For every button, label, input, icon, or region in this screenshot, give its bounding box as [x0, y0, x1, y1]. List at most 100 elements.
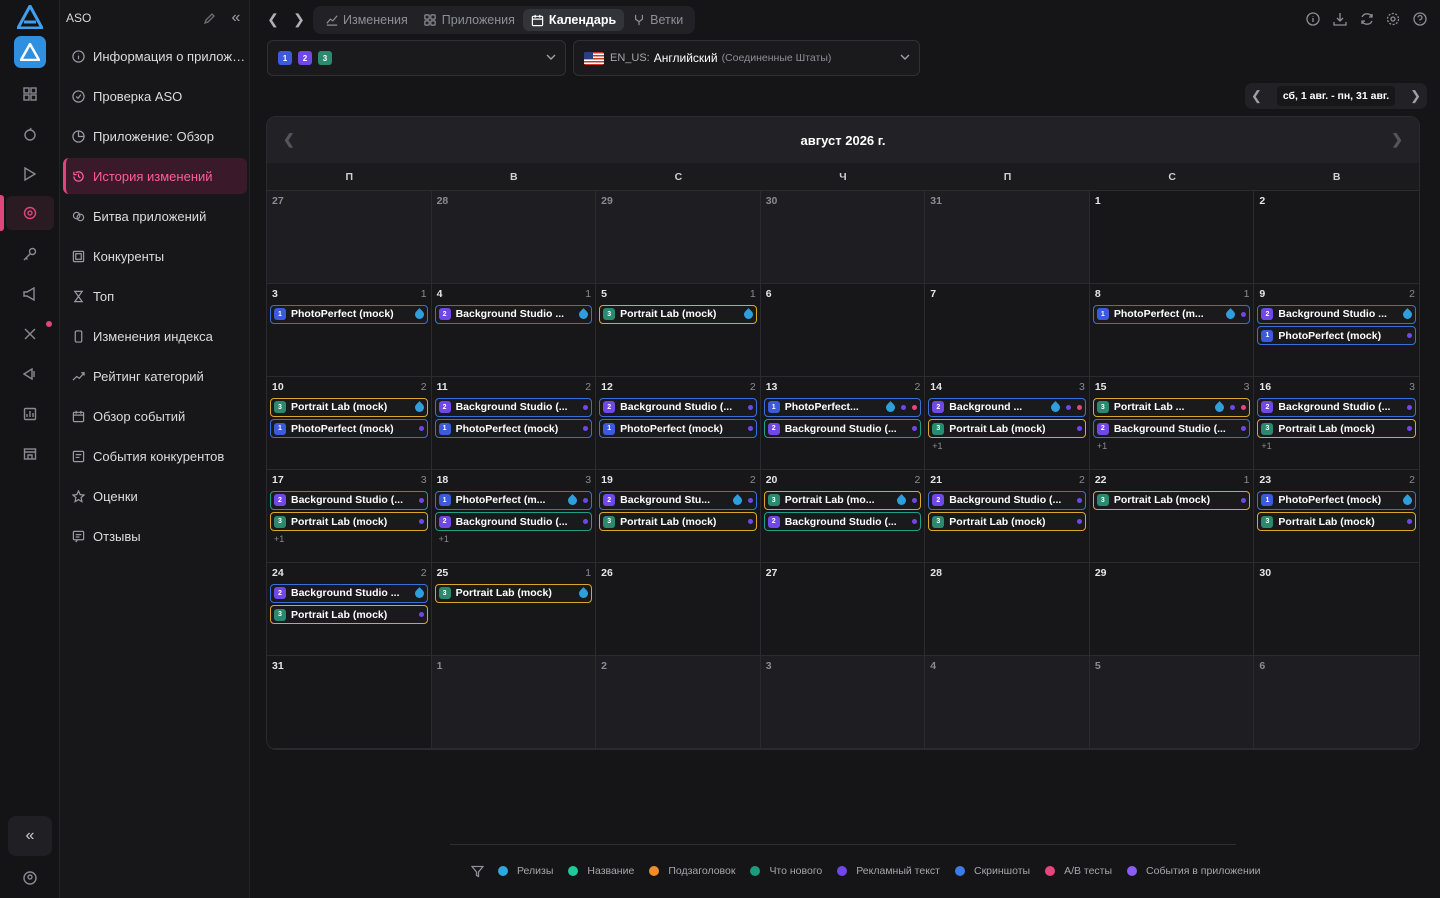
event-chip[interactable]: 2 Background Studio (...	[763, 512, 922, 531]
legend-item[interactable]: Подзаголовок	[649, 865, 735, 877]
brand-logo-icon[interactable]	[15, 2, 45, 30]
event-chip[interactable]: 3 Portrait Lab (mock)	[1257, 419, 1416, 438]
event-chip[interactable]: 1 PhotoPerfect (mock)	[270, 304, 428, 324]
event-chip[interactable]: 3 Portrait Lab (mock)	[599, 304, 757, 324]
day-cell[interactable]: 31	[925, 191, 1090, 284]
refresh-icon[interactable]	[1359, 11, 1375, 27]
event-chip[interactable]: 3 Portrait Lab (mock)	[928, 419, 1086, 438]
sidebar-item[interactable]: Информация о приложен...	[63, 38, 247, 74]
event-chip[interactable]: 1 PhotoPerfect...	[763, 397, 922, 417]
day-cell[interactable]: 1	[1089, 191, 1255, 284]
day-cell[interactable]: 29	[1089, 563, 1255, 656]
day-cell[interactable]: 21 2 2 Background Studio (... 3 Portrait Lab …	[925, 470, 1090, 563]
download-icon[interactable]	[1332, 11, 1348, 27]
more-events-link[interactable]: +1	[274, 534, 428, 544]
event-chip[interactable]: 2 Background Studio (...	[599, 397, 757, 417]
day-cell[interactable]: 5	[1089, 656, 1255, 749]
event-chip[interactable]: 2 Background Studio (...	[1257, 397, 1416, 417]
day-cell[interactable]: 12 2 2 Background Studio (... 1 PhotoPerfect …	[596, 377, 761, 470]
day-cell[interactable]: 6	[1254, 656, 1419, 749]
grid-icon[interactable]	[20, 84, 40, 104]
settings-gear-icon[interactable]	[1385, 11, 1401, 27]
day-cell[interactable]: 9 2 2 Background Studio ... 1 PhotoPerfect (m…	[1254, 284, 1419, 377]
legend-item[interactable]: Релизы	[498, 865, 553, 877]
day-cell[interactable]: 11 2 2 Background Studio (... 1 PhotoPerfect …	[431, 377, 597, 470]
day-cell[interactable]: 19 2 2 Background Stu... 3 Portrait Lab (mock…	[596, 470, 761, 563]
day-cell[interactable]: 1	[431, 656, 597, 749]
event-chip[interactable]: 3 Portrait Lab (mock)	[1257, 512, 1416, 531]
day-cell[interactable]: 16 3 2 Background Studio (... 3 Portrait Lab …	[1254, 377, 1419, 470]
view-tab[interactable]: Изменения	[317, 9, 416, 31]
event-chip[interactable]: 1 PhotoPerfect (mock)	[1257, 490, 1416, 510]
sidebar-item[interactable]: Конкуренты	[63, 238, 247, 274]
day-cell[interactable]: 5 1 3 Portrait Lab (mock)	[596, 284, 761, 377]
legend-item[interactable]: Скриншоты	[954, 865, 1030, 877]
day-cell[interactable]: 27	[760, 563, 926, 656]
event-chip[interactable]: 3 Portrait Lab ...	[1092, 397, 1251, 417]
legend-item[interactable]: События в приложении	[1127, 865, 1261, 877]
day-cell[interactable]: 22 1 3 Portrait Lab (mock)	[1089, 470, 1255, 563]
legend-item[interactable]: Название	[568, 865, 634, 877]
day-cell[interactable]: 31	[267, 656, 432, 749]
sidebar-item[interactable]: Изменения индекса	[63, 318, 247, 354]
user-icon[interactable]	[20, 868, 40, 888]
day-cell[interactable]: 23 2 1 PhotoPerfect (mock) 3 Portrait Lab (mo…	[1254, 470, 1419, 563]
event-chip[interactable]: 2 Background Stu...	[599, 490, 757, 510]
report-icon[interactable]	[20, 404, 40, 424]
more-events-link[interactable]: +1	[1261, 441, 1416, 451]
event-chip[interactable]: 2 Background Studio ...	[434, 304, 593, 324]
day-cell[interactable]: 7	[925, 284, 1090, 377]
day-cell[interactable]: 3	[760, 656, 926, 749]
event-chip[interactable]: 3 Portrait Lab (mock)	[1092, 490, 1251, 510]
day-cell[interactable]: 26	[596, 563, 761, 656]
next-month-icon[interactable]: ❯	[1391, 131, 1403, 148]
event-chip[interactable]: 3 Portrait Lab (mock)	[434, 583, 593, 603]
sidebar-item[interactable]: Топ	[63, 278, 247, 314]
event-chip[interactable]: 1 PhotoPerfect (m...	[1092, 304, 1251, 324]
event-chip[interactable]: 3 Portrait Lab (mock)	[599, 512, 757, 531]
day-cell[interactable]: 27	[267, 191, 432, 284]
view-tab[interactable]: Приложения	[416, 9, 523, 31]
more-events-link[interactable]: +1	[1097, 441, 1251, 451]
event-chip[interactable]: 2 Background Studio ...	[1257, 304, 1416, 324]
event-chip[interactable]: 2 Background Studio (...	[928, 490, 1086, 510]
prev-month-icon[interactable]: ❮	[283, 131, 295, 148]
sidebar-item[interactable]: Оценки	[63, 478, 247, 514]
back-arrow-icon[interactable]: ❮	[264, 10, 282, 28]
next-range-icon[interactable]: ❯	[1410, 88, 1421, 104]
store-icon[interactable]	[20, 444, 40, 464]
event-chip[interactable]: 1 PhotoPerfect (mock)	[270, 419, 428, 438]
locale-select[interactable]: EN_US: Английский (Соединенные Штаты)	[573, 40, 920, 76]
event-chip[interactable]: 1 PhotoPerfect (mock)	[599, 419, 757, 438]
sidebar-item[interactable]: События конкурентов	[63, 438, 247, 474]
day-cell[interactable]: 2	[1254, 191, 1419, 284]
event-chip[interactable]: 3 Portrait Lab (mock)	[270, 512, 428, 531]
app-select[interactable]: 1 2 3	[267, 40, 566, 76]
help-icon[interactable]	[1412, 11, 1428, 27]
day-cell[interactable]: 6	[760, 284, 926, 377]
sidebar-item[interactable]: Отзывы	[63, 518, 247, 554]
day-cell[interactable]: 8 1 1 PhotoPerfect (m...	[1089, 284, 1255, 377]
day-cell[interactable]: 4	[925, 656, 1090, 749]
event-chip[interactable]: 2 Background Studio ...	[270, 583, 428, 603]
aso-eye-icon[interactable]	[20, 203, 40, 223]
view-tab[interactable]: Ветки	[624, 9, 691, 31]
event-chip[interactable]: 2 Background Studio (...	[270, 490, 428, 510]
megaphone-icon[interactable]	[20, 284, 40, 304]
day-cell[interactable]: 3 1 1 PhotoPerfect (mock)	[267, 284, 432, 377]
app-store-icon[interactable]	[14, 36, 46, 68]
event-chip[interactable]: 2 Background Studio (...	[434, 397, 593, 417]
day-cell[interactable]: 28	[431, 191, 597, 284]
day-cell[interactable]: 13 2 1 PhotoPerfect... 2 Background Studio (.…	[760, 377, 926, 470]
pencil-icon[interactable]	[201, 10, 217, 26]
sidebar-item[interactable]: Проверка ASO	[63, 78, 247, 114]
event-chip[interactable]: 3 Portrait Lab (mo...	[763, 490, 922, 510]
key-icon[interactable]	[20, 244, 40, 264]
sidebar-item[interactable]: Приложение: Обзор	[63, 118, 247, 154]
event-chip[interactable]: 2 Background ...	[928, 397, 1086, 417]
day-cell[interactable]: 17 3 2 Background Studio (... 3 Portrait Lab …	[267, 470, 432, 563]
day-cell[interactable]: 2	[596, 656, 761, 749]
sidebar-item[interactable]: Рейтинг категорий	[63, 358, 247, 394]
prev-range-icon[interactable]: ❮	[1251, 88, 1262, 104]
day-cell[interactable]: 14 3 2 Background ... 3 Portrait Lab (mock) +1	[925, 377, 1090, 470]
